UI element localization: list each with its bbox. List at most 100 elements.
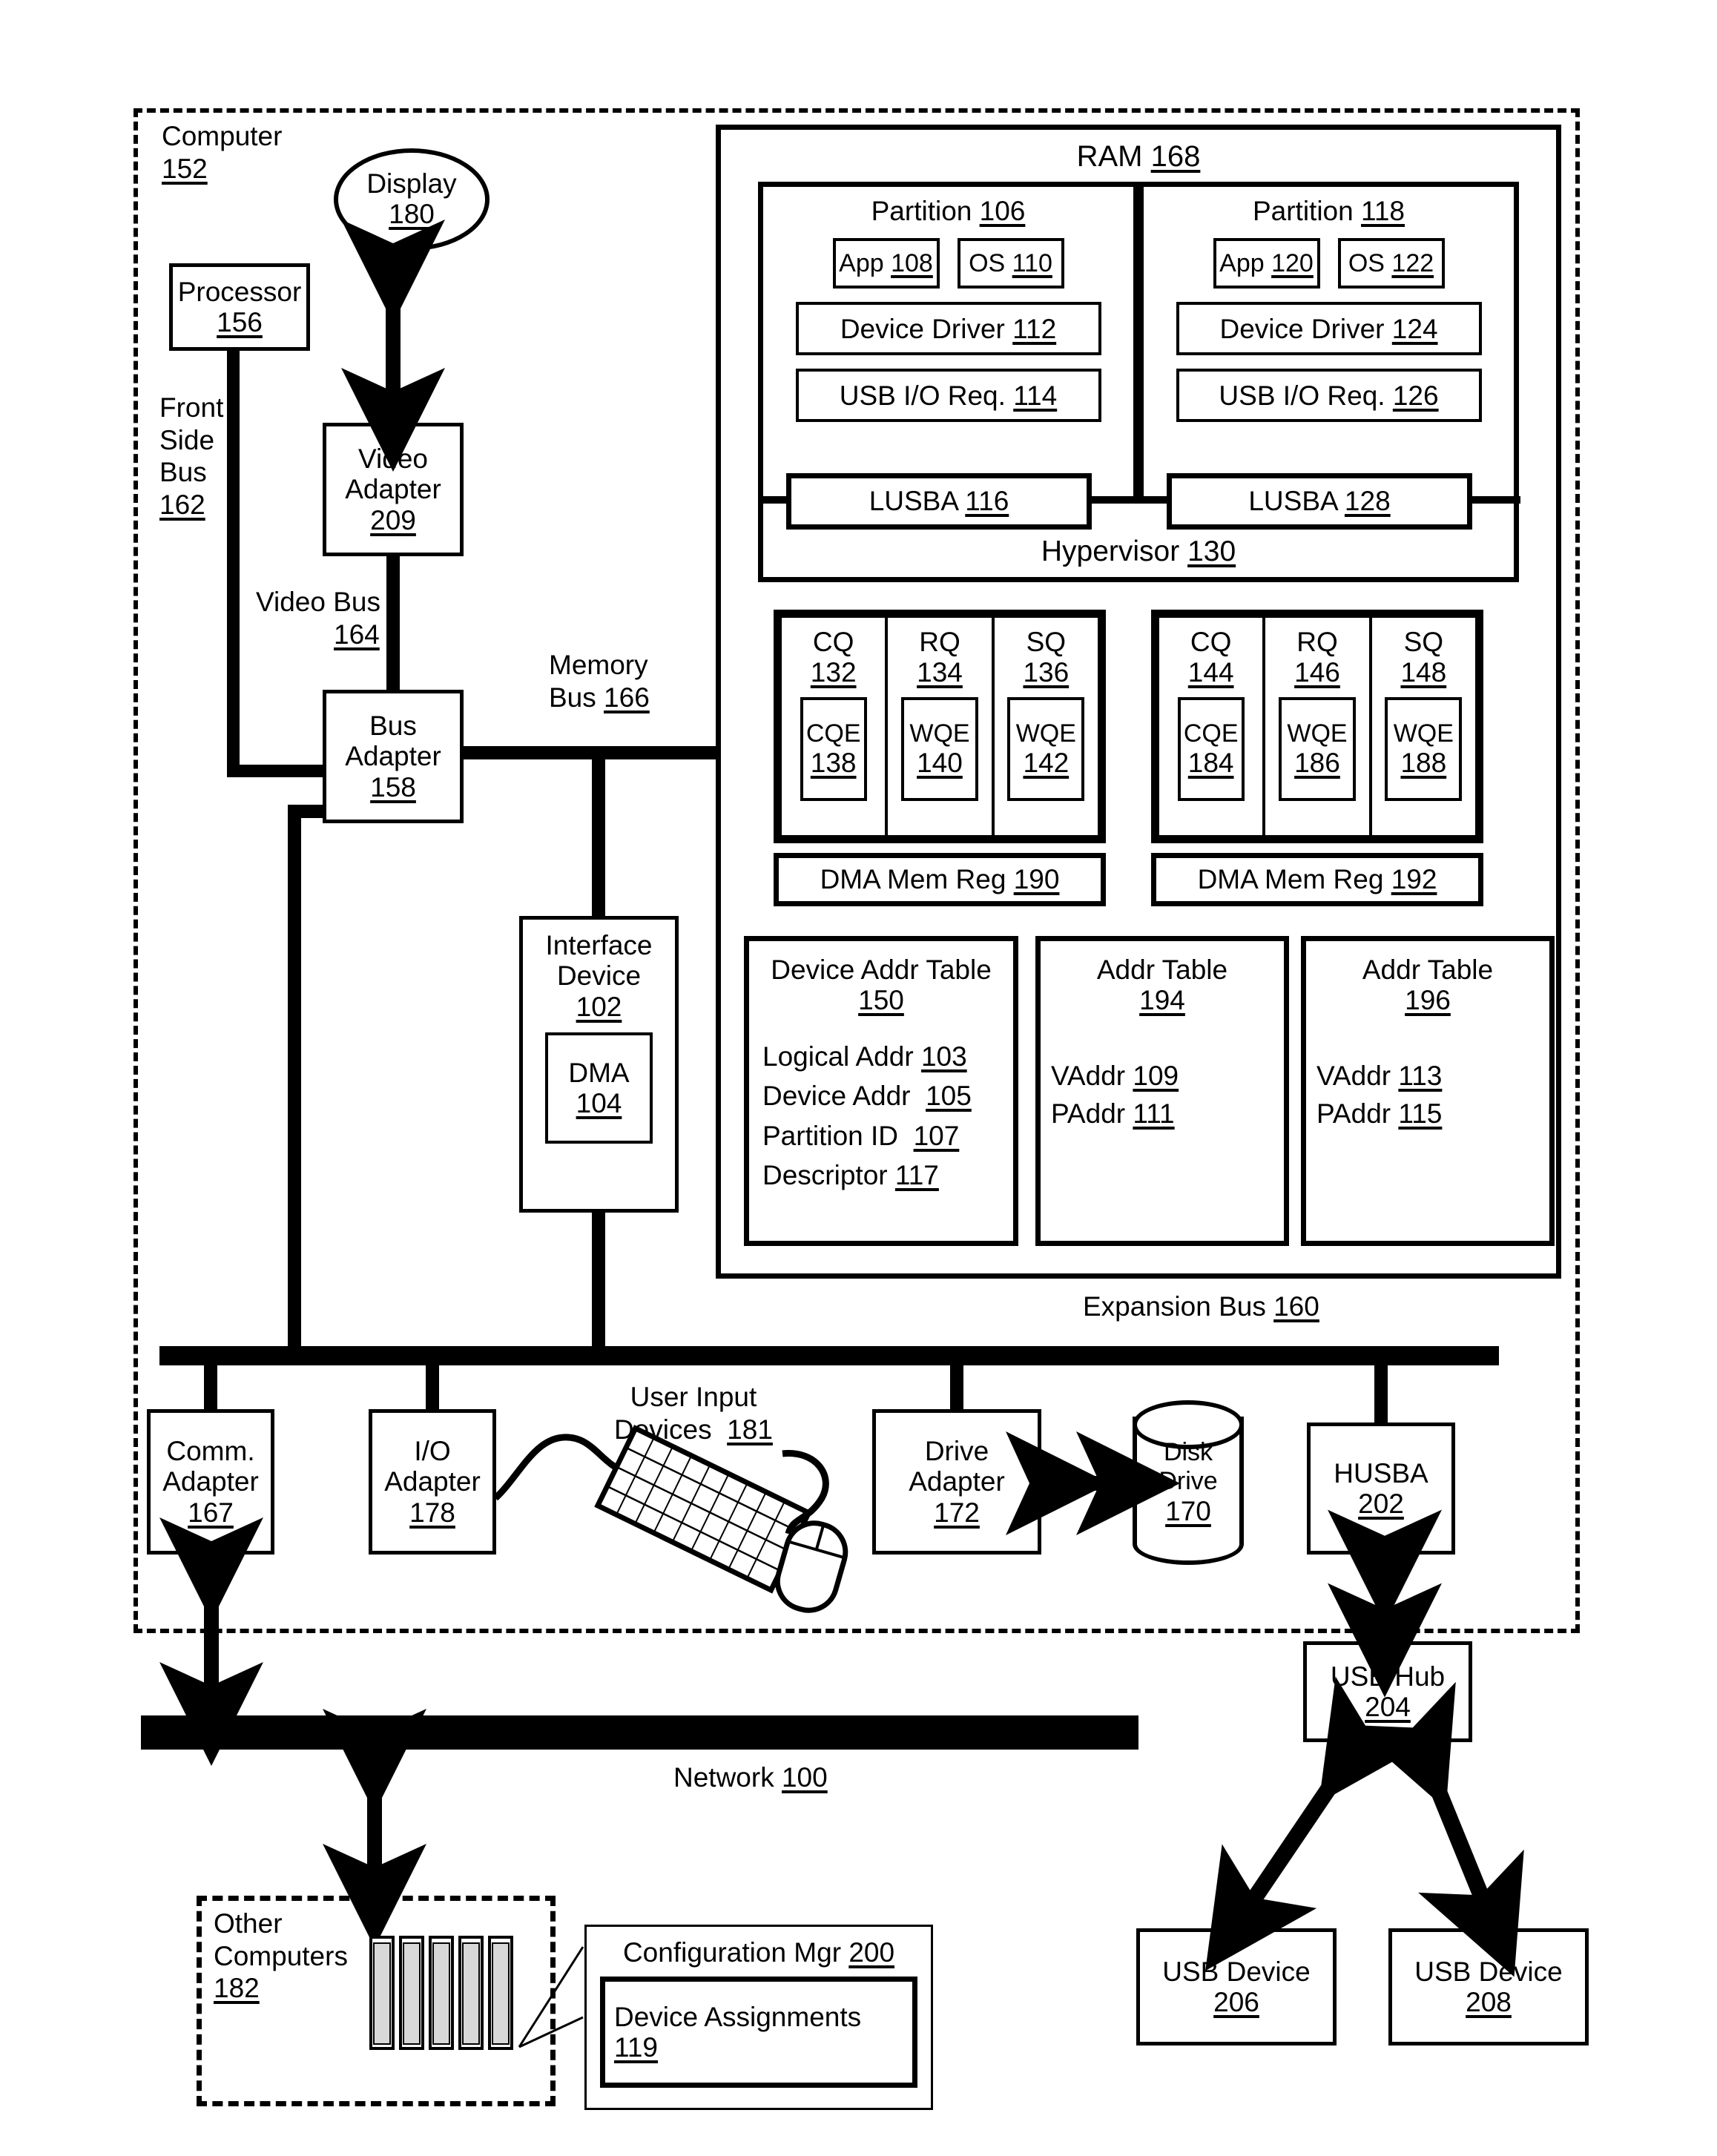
queue-rq-134: RQ 134 WQE 140 — [888, 615, 995, 838]
wqe-186-label: WQE — [1287, 719, 1348, 748]
expansion-bus-bar — [159, 1346, 1499, 1365]
expansion-stub-husba — [1374, 1363, 1388, 1424]
usb-device-206-label: USB Device — [1162, 1956, 1311, 1987]
comm-adapter-box: Comm. Adapter 167 — [147, 1409, 274, 1555]
usb-device-box-206: USB Device 206 — [1136, 1928, 1337, 2045]
memory-bus-label: Memory Bus 166 — [549, 650, 650, 713]
dma-label: DMA — [568, 1057, 630, 1088]
os-box-122: OS 122 — [1337, 238, 1445, 289]
device-addr-table-box: Device Addr Table 150 Logical Addr 103 D… — [744, 936, 1018, 1246]
queue-cq-132: CQ 132 CQE 138 — [779, 615, 889, 838]
comm-adapter-label2: Adapter — [162, 1466, 259, 1497]
lusba-116-label: LUSBA 116 — [869, 486, 1009, 517]
wqe-140-label: WQE — [909, 719, 970, 748]
video-adapter-label: Video — [358, 443, 428, 474]
display-label: Display — [366, 168, 457, 200]
other-computers-label: Other Computers 182 — [214, 1908, 348, 2004]
queue-sq-136-label: SQ — [1026, 627, 1067, 657]
husba-num: 202 — [1358, 1489, 1404, 1519]
queue-entry-wqe-140: WQE 140 — [900, 696, 978, 801]
partition-box-118: Partition 118 App 120 OS 122 Device Driv… — [1138, 182, 1519, 503]
queue-rq-146-label: RQ — [1296, 627, 1338, 657]
addr-table-194-num: 194 — [1139, 985, 1185, 1016]
processor-label: Processor — [177, 276, 302, 307]
queue-rq-146: RQ 146 WQE 186 — [1265, 615, 1372, 838]
dma-box: DMA 104 — [545, 1032, 653, 1144]
usb-device-206-num: 206 — [1213, 1987, 1259, 2017]
configuration-mgr-label: Configuration Mgr 200 — [622, 1937, 895, 1968]
io-adapter-label2: Adapter — [384, 1466, 481, 1497]
wqe-142-label: WQE — [1015, 719, 1076, 748]
usb-hub-num: 204 — [1365, 1692, 1411, 1722]
queue-rq-134-num: 134 — [917, 657, 963, 688]
lusba-box-116: LUSBA 116 — [786, 473, 1092, 530]
video-adapter-num: 209 — [370, 504, 416, 535]
user-input-devices-label: User Input Devices 181 — [614, 1382, 773, 1445]
queue-group-1: CQ 132 CQE 138 RQ 134 WQE 140 SQ 136 WQE… — [774, 610, 1106, 843]
addr-table-194-row: VAddr 109 — [1051, 1060, 1179, 1091]
front-side-bus-label: Front Side Bus 162 — [159, 392, 224, 520]
display-num: 180 — [389, 199, 435, 229]
dma-mem-reg-190-label: DMA Mem Reg 190 — [820, 864, 1060, 895]
app-120-label: App 120 — [1219, 249, 1314, 278]
configuration-mgr-box: Configuration Mgr 200 Device Assignments… — [584, 1925, 933, 2110]
husba-label: HUSBA — [1334, 1457, 1428, 1489]
lusba-116-left-stub — [758, 496, 789, 504]
wqe-188-num: 188 — [1400, 748, 1447, 779]
usb-io-req-box-126: USB I/O Req. 126 — [1176, 369, 1482, 423]
video-adapter-box: Video Adapter 209 — [323, 423, 464, 556]
hypervisor-label: Hypervisor 130 — [1041, 535, 1236, 568]
queue-cq-144: CQ 144 CQE 184 — [1156, 615, 1266, 838]
interface-device-label2: Device — [556, 960, 642, 992]
addr-table-box-194: Addr Table 194 VAddr 109 PAddr 111 — [1035, 936, 1289, 1246]
usb-hub-box: USB Hub 204 — [1303, 1641, 1472, 1742]
addr-table-196-row: VAddr 113 — [1316, 1060, 1443, 1091]
queue-entry-cqe-184: CQE 184 — [1177, 696, 1245, 801]
comm-adapter-label: Comm. — [166, 1435, 255, 1466]
bus-adapter-label2: Adapter — [345, 741, 441, 772]
cqe-184-label: CQE — [1183, 719, 1239, 748]
usb-io-req-114-label: USB I/O Req. 114 — [839, 380, 1058, 411]
cqe-138-num: 138 — [810, 748, 857, 779]
drive-adapter-box: Drive Adapter 172 — [872, 1409, 1041, 1555]
device-driver-112-label: Device Driver 112 — [840, 313, 1057, 344]
device-driver-box-124: Device Driver 124 — [1176, 302, 1482, 356]
wqe-188-label: WQE — [1393, 719, 1454, 748]
bus-adapter-down-line — [288, 805, 301, 1354]
dma-mem-reg-box-190: DMA Mem Reg 190 — [774, 853, 1106, 906]
device-driver-124-label: Device Driver 124 — [1219, 313, 1438, 344]
usb-device-208-num: 208 — [1466, 1987, 1512, 2017]
io-adapter-box: I/O Adapter 178 — [369, 1409, 496, 1555]
comm-adapter-num: 167 — [188, 1497, 234, 1528]
dma-mem-reg-box-192: DMA Mem Reg 192 — [1151, 853, 1483, 906]
display-node: Display 180 — [334, 148, 490, 251]
usb-io-req-126-label: USB I/O Req. 126 — [1219, 380, 1439, 411]
usbhub-device208-arrow — [1350, 1681, 1524, 1977]
queue-sq-148-label: SQ — [1403, 627, 1444, 657]
interface-device-to-expansion-bus — [592, 1209, 605, 1354]
addr-table-196-num: 196 — [1405, 985, 1451, 1016]
drive-adapter-num: 172 — [934, 1497, 980, 1528]
network-bar — [141, 1715, 1138, 1750]
queue-cq-144-num: 144 — [1187, 657, 1234, 688]
queue-entry-wqe-186: WQE 186 — [1278, 696, 1356, 801]
lusba-box-128: LUSBA 128 — [1167, 473, 1472, 530]
expansion-stub-drive-adapter — [950, 1363, 963, 1411]
usb-io-req-box-114: USB I/O Req. 114 — [795, 369, 1101, 423]
dma-num: 104 — [576, 1088, 622, 1119]
queue-sq-148-num: 148 — [1400, 657, 1447, 688]
disk-drive-num: 170 — [1165, 1495, 1211, 1526]
queue-rq-146-num: 146 — [1294, 657, 1340, 688]
usb-hub-label: USB Hub — [1330, 1661, 1446, 1692]
lusba-128-label: LUSBA 128 — [1248, 486, 1391, 517]
os-110-label: OS 110 — [969, 249, 1052, 278]
queue-sq-136: SQ 136 WQE 142 — [994, 615, 1101, 838]
lusba-116-to-128-stub — [1089, 496, 1170, 504]
wqe-142-num: 142 — [1023, 748, 1070, 779]
memory-bus-line-horizontal — [460, 746, 719, 759]
device-addr-table-title: Device Addr Table — [771, 955, 992, 985]
queue-rq-134-label: RQ — [919, 627, 960, 657]
device-addr-table-row: Logical Addr 103 — [762, 1041, 967, 1072]
bus-adapter-box: Bus Adapter 158 — [323, 690, 464, 823]
partition-106-title: Partition 106 — [871, 196, 1026, 226]
